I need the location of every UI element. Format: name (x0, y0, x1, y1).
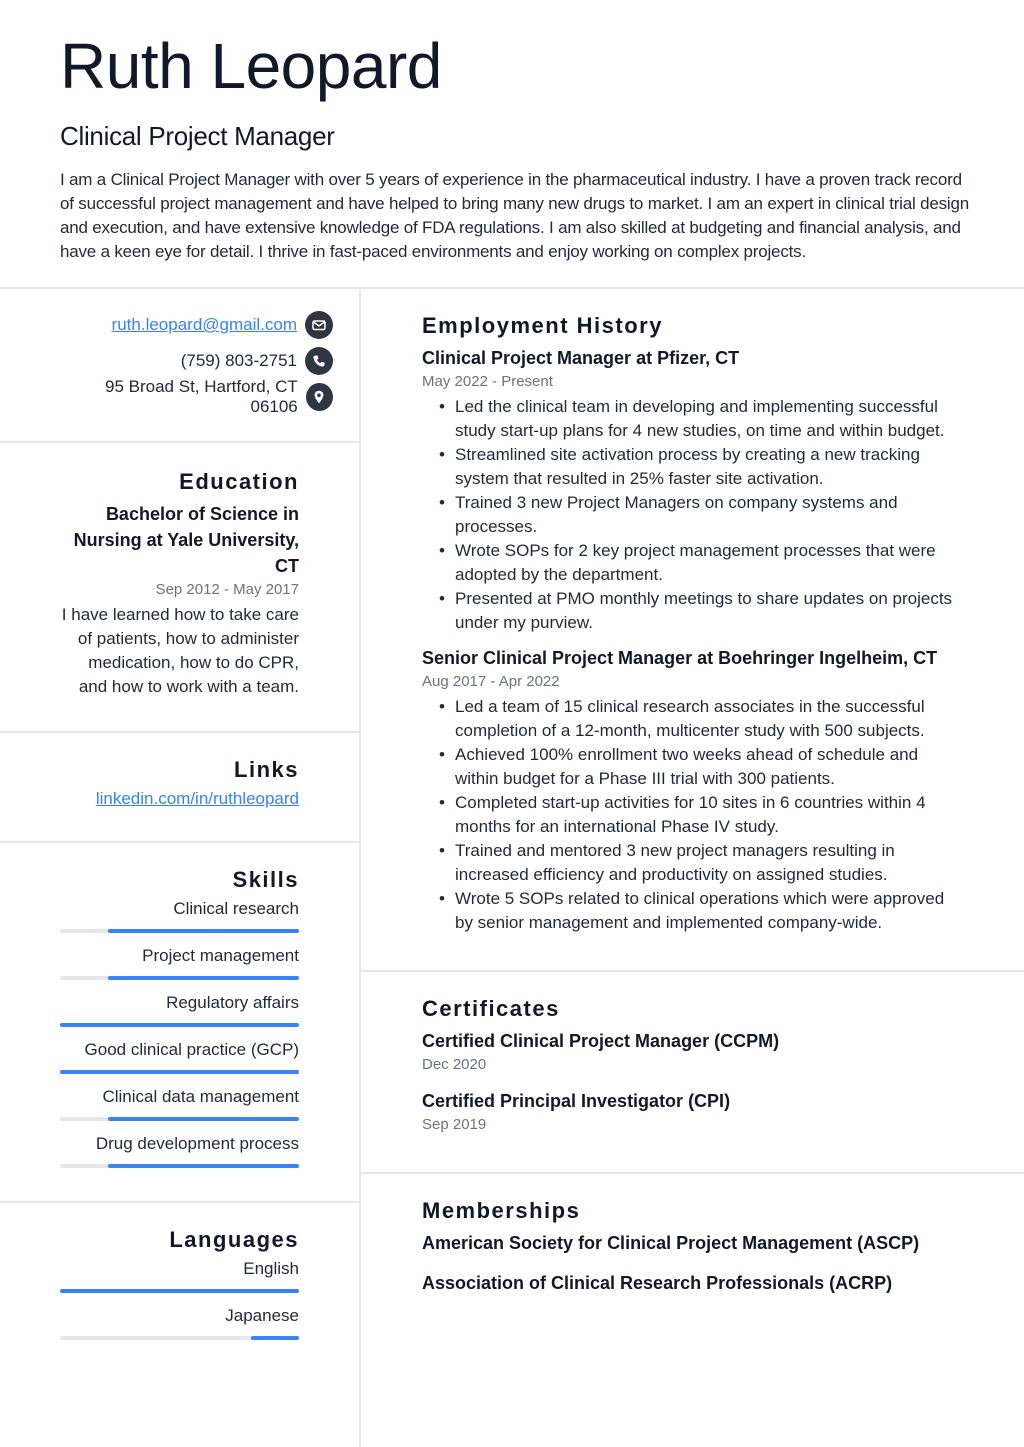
certificates-section: Certificates Certified Clinical Project … (361, 972, 1024, 1174)
skill-level-bar (60, 929, 299, 933)
education-dates: Sep 2012 - May 2017 (155, 581, 299, 598)
job-title: Clinical Project Manager at Pfizer, CT (422, 348, 740, 368)
memberships-section: Memberships American Society for Clinica… (361, 1174, 1024, 1296)
achievement-item: Wrote SOPs for 2 key project management … (422, 539, 964, 587)
job-entry: Clinical Project Manager at Pfizer, CT M… (422, 345, 964, 635)
achievement-item: Streamlined site activation process by c… (422, 443, 964, 491)
language-label: Japanese (225, 1306, 299, 1325)
skills-heading: Skills (232, 867, 299, 892)
contact-section: ruth.leopard@gmail.com (759) 803-2751 95… (0, 289, 359, 443)
phone-icon (305, 347, 333, 375)
contact-email-row: ruth.leopard@gmail.com (60, 307, 333, 343)
address: 95 Broad St, Hartford, CT 06106 (105, 377, 298, 416)
skill-label: Drug development process (95, 1134, 299, 1153)
achievement-item: Led a team of 15 clinical research assoc… (422, 695, 964, 743)
achievement-item: Presented at PMO monthly meetings to sha… (422, 587, 964, 635)
skill-level-fill (60, 1070, 299, 1074)
membership-item: Association of Clinical Research Profess… (422, 1273, 893, 1293)
certificates-heading: Certificates (422, 996, 560, 1021)
job-entry: Senior Clinical Project Manager at Boehr… (422, 645, 964, 935)
skill-item: Regulatory affairs (60, 991, 299, 1027)
achievement-item: Led the clinical team in developing and … (422, 395, 964, 443)
employment-heading: Employment History (422, 313, 663, 338)
skill-level-bar (60, 1117, 299, 1121)
education-section: Education Bachelor of Science in Nursing… (0, 443, 359, 733)
achievement-item: Trained and mentored 3 new project manag… (422, 839, 964, 887)
language-level-fill (251, 1336, 299, 1340)
language-item: English (60, 1257, 299, 1293)
contact-address-row: 95 Broad St, Hartford, CT 06106 (60, 377, 333, 416)
skill-level-fill (60, 1023, 299, 1027)
skills-section: Skills Clinical research Project managem… (0, 843, 359, 1203)
skill-label: Clinical research (173, 899, 299, 918)
skill-label: Regulatory affairs (166, 993, 299, 1012)
job-dates: Aug 2017 - Apr 2022 (422, 673, 560, 690)
job-title: Senior Clinical Project Manager at Boehr… (422, 648, 938, 668)
skill-label: Good clinical practice (GCP) (84, 1040, 299, 1059)
candidate-name: Ruth Leopard (60, 30, 442, 102)
achievement-item: Trained 3 new Project Managers on compan… (422, 491, 964, 539)
skill-level-bar (60, 1023, 299, 1027)
skill-level-fill (107, 976, 299, 980)
language-level-fill (60, 1289, 299, 1293)
skill-item: Clinical research (60, 897, 299, 933)
language-level-bar (60, 1289, 299, 1293)
email-link[interactable]: ruth.leopard@gmail.com (112, 315, 297, 335)
skill-item: Good clinical practice (GCP) (60, 1038, 299, 1074)
skill-item: Project management (60, 944, 299, 980)
education-description: I have learned how to take care of patie… (61, 605, 299, 696)
certificate-date: Sep 2019 (422, 1116, 487, 1133)
achievement-item: Wrote 5 SOPs related to clinical operati… (422, 887, 964, 935)
skill-level-bar (60, 1070, 299, 1074)
contact-phone-row: (759) 803-2751 (60, 343, 333, 379)
employment-section: Employment History Clinical Project Mana… (361, 289, 1024, 972)
envelope-icon (305, 311, 333, 339)
links-heading: Links (234, 757, 299, 782)
skill-level-fill (107, 929, 299, 933)
job-achievements: Led the clinical team in developing and … (422, 395, 964, 635)
map-pin-icon (305, 383, 333, 411)
education-degree: Bachelor of Science in Nursing at Yale U… (73, 504, 299, 576)
skill-label: Project management (142, 946, 299, 965)
job-dates: May 2022 - Present (422, 373, 553, 390)
certificate-item: Certified Clinical Project Manager (CCPM… (422, 1028, 964, 1076)
certificate-item: Certified Principal Investigator (CPI) S… (422, 1088, 964, 1136)
resume-body: ruth.leopard@gmail.com (759) 803-2751 95… (0, 289, 1024, 1447)
skill-label: Clinical data management (102, 1087, 299, 1106)
job-achievements: Led a team of 15 clinical research assoc… (422, 695, 964, 935)
education-item: Bachelor of Science in Nursing at Yale U… (60, 501, 299, 699)
languages-section: Languages English Japanese (0, 1203, 359, 1340)
language-level-bar (60, 1336, 299, 1340)
skill-level-fill (107, 1117, 299, 1121)
certificate-name: Certified Principal Investigator (CPI) (422, 1091, 731, 1111)
certificate-name: Certified Clinical Project Manager (CCPM… (422, 1031, 780, 1051)
language-item: Japanese (60, 1304, 299, 1340)
language-label: English (243, 1259, 299, 1278)
skill-level-bar (60, 1164, 299, 1168)
education-heading: Education (179, 469, 299, 494)
achievement-item: Completed start-up activities for 10 sit… (422, 791, 964, 839)
memberships-heading: Memberships (422, 1198, 581, 1223)
left-column: ruth.leopard@gmail.com (759) 803-2751 95… (0, 289, 361, 1447)
certificate-date: Dec 2020 (422, 1056, 487, 1073)
skill-level-bar (60, 976, 299, 980)
linkedin-link[interactable]: linkedin.com/in/ruthleopard (96, 789, 299, 809)
links-section: Links linkedin.com/in/ruthleopard (0, 733, 359, 843)
phone-number: (759) 803-2751 (180, 351, 297, 370)
skill-item: Drug development process (60, 1132, 299, 1168)
candidate-title: Clinical Project Manager (60, 121, 335, 151)
right-column: Employment History Clinical Project Mana… (361, 289, 1024, 1447)
profile-summary: I am a Clinical Project Manager with ove… (60, 170, 970, 261)
resume-header: Ruth Leopard Clinical Project Manager I … (0, 0, 1024, 289)
skill-level-fill (107, 1164, 299, 1168)
membership-item: American Society for Clinical Project Ma… (422, 1233, 920, 1253)
languages-heading: Languages (169, 1227, 299, 1252)
achievement-item: Achieved 100% enrollment two weeks ahead… (422, 743, 964, 791)
skill-item: Clinical data management (60, 1085, 299, 1121)
